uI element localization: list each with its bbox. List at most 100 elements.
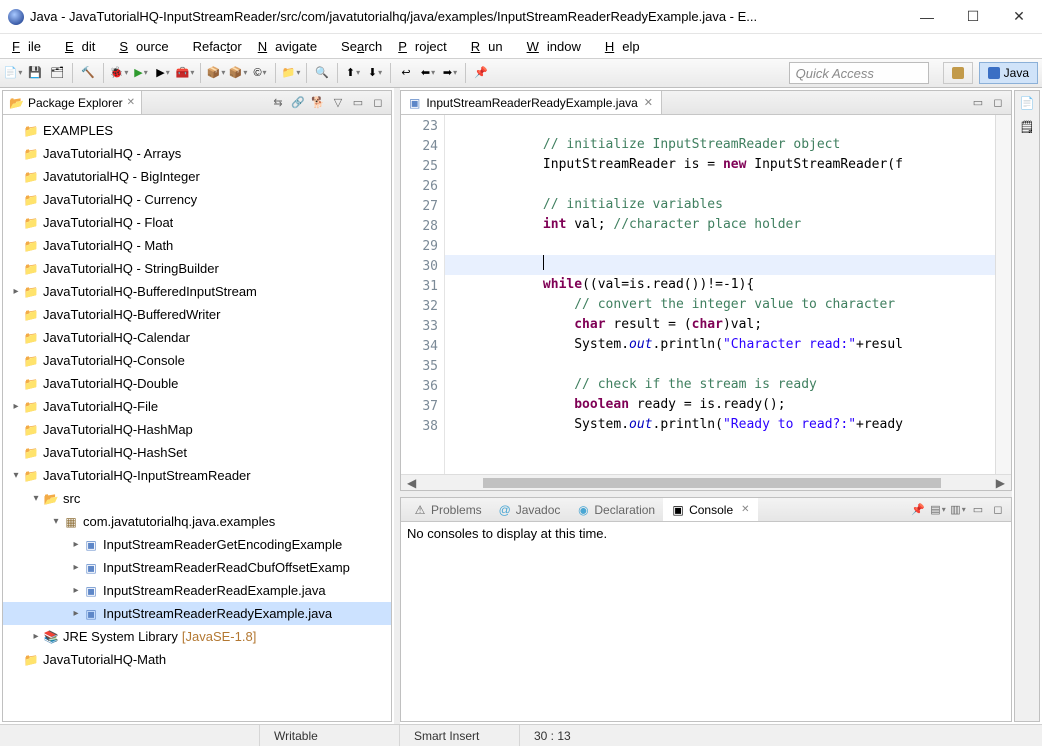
- pin-button[interactable]: 📌: [472, 64, 490, 82]
- forward-button[interactable]: ➡: [441, 64, 459, 82]
- save-all-button[interactable]: 🗂: [48, 64, 66, 82]
- tab-console[interactable]: ▣Console✕: [663, 498, 757, 521]
- minimize-view-icon[interactable]: ▭: [351, 96, 365, 110]
- perspective-java[interactable]: Java: [979, 62, 1038, 84]
- view-menu-icon[interactable]: ▽: [331, 96, 345, 110]
- tree-row[interactable]: ▸📁JavaTutorialHQ-File: [3, 395, 391, 418]
- maximize-view-icon[interactable]: ◻: [371, 96, 385, 110]
- editor-horizontal-scrollbar[interactable]: ◀ ▶: [401, 474, 1011, 490]
- code-line[interactable]: int val; //character place holder: [445, 215, 995, 235]
- last-edit-button[interactable]: ↩: [397, 64, 415, 82]
- tree-row[interactable]: ▸📁JavaTutorialHQ-Calendar: [3, 326, 391, 349]
- chevron-right-icon[interactable]: ▸: [69, 562, 83, 573]
- code-line[interactable]: // check if the stream is ready: [445, 375, 995, 395]
- code-line[interactable]: [445, 175, 995, 195]
- new-button[interactable]: 📄: [4, 64, 22, 82]
- tree-row[interactable]: ▸📁JavaTutorialHQ - StringBuilder: [3, 257, 391, 280]
- tree-row[interactable]: ▸📁JavaTutorialHQ-Math: [3, 648, 391, 671]
- filter-icon[interactable]: 🐕: [311, 96, 325, 110]
- chevron-right-icon[interactable]: ▸: [29, 631, 43, 642]
- close-icon[interactable]: ✕: [127, 97, 135, 108]
- menu-search[interactable]: Search: [333, 36, 390, 57]
- tab-problems[interactable]: ⚠Problems: [405, 498, 490, 521]
- chevron-down-icon[interactable]: ▾: [29, 493, 43, 504]
- tree-row[interactable]: ▸📁JavaTutorialHQ-BufferedWriter: [3, 303, 391, 326]
- tree-row[interactable]: ▸📁JavaTutorialHQ - Float: [3, 211, 391, 234]
- tree-row[interactable]: ▸📁JavaTutorialHQ-BufferedInputStream: [3, 280, 391, 303]
- code-line[interactable]: System.out.println("Ready to read?:"+rea…: [445, 415, 995, 435]
- code-line[interactable]: boolean ready = is.ready();: [445, 395, 995, 415]
- new-package-button[interactable]: 📦: [207, 64, 225, 82]
- tree-row[interactable]: ▸📁JavaTutorialHQ - Arrays: [3, 142, 391, 165]
- open-type-button[interactable]: 📁: [282, 64, 300, 82]
- menu-help[interactable]: Help: [597, 36, 656, 57]
- menu-run[interactable]: Run: [463, 36, 519, 57]
- code-line[interactable]: while((val=is.read())!=-1){: [445, 275, 995, 295]
- menu-project[interactable]: Project: [390, 36, 462, 57]
- code-line[interactable]: [445, 255, 995, 275]
- tree-row[interactable]: ▾📂src: [3, 487, 391, 510]
- minimize-console-icon[interactable]: ▭: [971, 503, 985, 517]
- tree-row[interactable]: ▸▣InputStreamReaderReadCbufOffsetExamp: [3, 556, 391, 579]
- close-icon[interactable]: ✕: [741, 504, 749, 515]
- code-editor[interactable]: 23242526272829303132333435363738 // init…: [401, 115, 1011, 474]
- code-line[interactable]: [445, 355, 995, 375]
- minimize-button[interactable]: —: [904, 0, 950, 33]
- tree-row[interactable]: ▾▦com.javatutorialhq.java.examples: [3, 510, 391, 533]
- collapse-all-icon[interactable]: ⇆: [271, 96, 285, 110]
- code-line[interactable]: char result = (char)val;: [445, 315, 995, 335]
- minimize-editor-icon[interactable]: ▭: [971, 96, 985, 110]
- tree-row[interactable]: ▸📁JavaTutorialHQ - Currency: [3, 188, 391, 211]
- tree-row[interactable]: ▸📁JavaTutorialHQ-HashMap: [3, 418, 391, 441]
- tree-row[interactable]: ▸📁EXAMPLES: [3, 119, 391, 142]
- chevron-right-icon[interactable]: ▸: [9, 401, 23, 412]
- code-line[interactable]: System.out.println("Character read:"+res…: [445, 335, 995, 355]
- coverage-button[interactable]: ▶: [154, 64, 172, 82]
- package-explorer-tab[interactable]: 📂 Package Explorer ✕: [3, 91, 142, 114]
- open-perspective-button[interactable]: [943, 62, 973, 84]
- tree-row[interactable]: ▸📁JavaTutorialHQ - Math: [3, 234, 391, 257]
- chevron-right-icon[interactable]: ▸: [69, 539, 83, 550]
- maximize-editor-icon[interactable]: ◻: [991, 96, 1005, 110]
- code-line[interactable]: [445, 115, 995, 135]
- menu-file[interactable]: File: [4, 36, 57, 57]
- tasklist-fastview-icon[interactable]: 🗒: [1015, 115, 1039, 139]
- menu-window[interactable]: Window: [519, 36, 597, 57]
- run-button[interactable]: ▶: [132, 64, 150, 82]
- tree-row[interactable]: ▸📁JavatutorialHQ - BigInteger: [3, 165, 391, 188]
- chevron-right-icon[interactable]: ▸: [69, 608, 83, 619]
- open-console-icon[interactable]: ▥: [951, 503, 965, 517]
- code-line[interactable]: [445, 235, 995, 255]
- new-class-button[interactable]: 📦: [229, 64, 247, 82]
- toggle-breadcrumb-button[interactable]: 🔨: [79, 64, 97, 82]
- tree-row[interactable]: ▸▣InputStreamReaderReadyExample.java: [3, 602, 391, 625]
- menu-source[interactable]: Source: [111, 36, 184, 57]
- display-console-icon[interactable]: ▤: [931, 503, 945, 517]
- editor-tab[interactable]: ▣ InputStreamReaderReadyExample.java ✕: [401, 91, 662, 114]
- pin-console-icon[interactable]: 📌: [911, 503, 925, 517]
- chevron-down-icon[interactable]: ▾: [9, 470, 23, 481]
- tree-row[interactable]: ▸▣InputStreamReaderGetEncodingExample: [3, 533, 391, 556]
- link-editor-icon[interactable]: 🔗: [291, 96, 305, 110]
- quick-access-field[interactable]: Quick Access: [789, 62, 929, 84]
- maximize-console-icon[interactable]: ◻: [991, 503, 1005, 517]
- outline-fastview-icon[interactable]: 📄: [1015, 91, 1039, 115]
- chevron-down-icon[interactable]: ▾: [49, 516, 63, 527]
- tree-row[interactable]: ▾📁JavaTutorialHQ-InputStreamReader: [3, 464, 391, 487]
- tree-row[interactable]: ▸📁JavaTutorialHQ-Console: [3, 349, 391, 372]
- maximize-button[interactable]: ☐: [950, 0, 996, 33]
- annotate-prev-button[interactable]: ⬆: [344, 64, 362, 82]
- overview-ruler[interactable]: [995, 115, 1011, 474]
- tab-declaration[interactable]: ◉Declaration: [568, 498, 663, 521]
- tree-row[interactable]: ▸📁JavaTutorialHQ-HashSet: [3, 441, 391, 464]
- chevron-right-icon[interactable]: ▸: [9, 286, 23, 297]
- code-line[interactable]: // convert the integer value to characte…: [445, 295, 995, 315]
- annotate-next-button[interactable]: ⬇: [366, 64, 384, 82]
- tree-row[interactable]: ▸📚JRE System Library[JavaSE-1.8]: [3, 625, 391, 648]
- tree-row[interactable]: ▸📁JavaTutorialHQ-Double: [3, 372, 391, 395]
- code-line[interactable]: // initialize variables: [445, 195, 995, 215]
- close-icon[interactable]: ✕: [644, 96, 653, 109]
- menu-navigate[interactable]: Navigate: [250, 36, 333, 57]
- tree-row[interactable]: ▸▣InputStreamReaderReadExample.java: [3, 579, 391, 602]
- menu-refactor[interactable]: Refactor: [185, 36, 250, 57]
